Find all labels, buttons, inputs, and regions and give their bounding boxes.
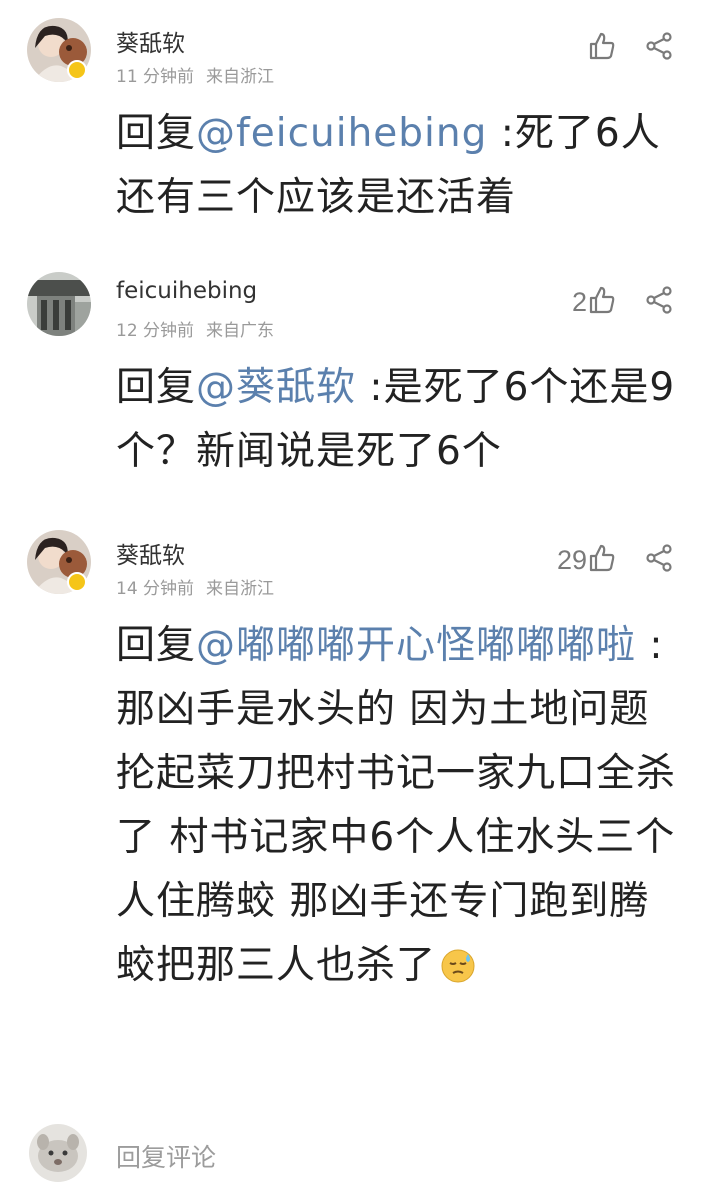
verified-badge-icon bbox=[67, 572, 87, 592]
thumbs-up-icon[interactable] bbox=[589, 32, 615, 64]
thumbs-up-icon[interactable] bbox=[589, 286, 615, 318]
comment-meta: 14 分钟前 来自浙江 bbox=[116, 574, 274, 599]
username[interactable]: 葵舐软 bbox=[116, 536, 185, 570]
share-icon[interactable] bbox=[645, 286, 673, 318]
timestamp: 11 分钟前 bbox=[116, 67, 195, 87]
comment-text: 回复@feicuihebing :死了6人 还有三个应该是还活着 bbox=[116, 102, 676, 230]
share-icon[interactable] bbox=[645, 32, 673, 64]
comment-item: feicuihebing 12 分钟前 来自广东 2 回复@葵舐软:是死了6个… bbox=[0, 272, 709, 492]
avatar[interactable] bbox=[27, 272, 91, 336]
comment-item: 葵舐软 14 分钟前 来自浙江 29 回复@嘟嘟嘟开心怪嘟嘟嘟啦:那凶手是水头… bbox=[0, 530, 709, 1090]
mention-link[interactable]: @嘟嘟嘟开心怪嘟嘟嘟啦 bbox=[196, 623, 636, 668]
share-icon[interactable] bbox=[645, 544, 673, 576]
comment-meta: 12 分钟前 来自广东 bbox=[116, 316, 274, 341]
reply-bar: 回复评论 bbox=[0, 1110, 709, 1200]
mention-link[interactable]: @葵舐软 bbox=[196, 365, 356, 410]
mention-link[interactable]: @feicuihebing bbox=[196, 111, 487, 156]
comment-text: 回复@嘟嘟嘟开心怪嘟嘟嘟啦 :那凶手是水头的 因为土地问题 抡起菜刀把村书记一家… bbox=[116, 614, 676, 1004]
location: 来自广东 bbox=[206, 321, 275, 341]
comment-body: :那凶手是水头的 因为土地问题 抡起菜刀把村书记一家九口全杀了 村书记家中6个人… bbox=[116, 623, 677, 988]
comment-actions: 2 bbox=[572, 282, 673, 322]
like-count: 2 bbox=[571, 286, 587, 317]
location: 来自浙江 bbox=[206, 579, 275, 599]
reply-input[interactable]: 回复评论 bbox=[116, 1138, 216, 1174]
comment-thread: 葵舐软 11 分钟前 来自浙江 回复@feicuihebing:死了6人 还有… bbox=[0, 0, 709, 1200]
reply-prefix: 回复 bbox=[116, 365, 197, 410]
avatar bbox=[29, 1124, 87, 1182]
reply-prefix: 回复 bbox=[116, 623, 197, 668]
reply-prefix: 回复 bbox=[116, 111, 197, 156]
comment-actions: 29 bbox=[557, 540, 673, 580]
thumbs-up-icon[interactable] bbox=[589, 544, 615, 576]
comment-meta: 11 分钟前 来自浙江 bbox=[116, 62, 274, 87]
comment-item: 葵舐软 11 分钟前 来自浙江 回复@feicuihebing:死了6人 还有… bbox=[0, 18, 709, 238]
username[interactable]: feicuihebing bbox=[116, 278, 257, 304]
comment-text: 回复@葵舐软 :是死了6个还是9个？新闻说是死了6个 bbox=[116, 356, 676, 484]
location: 来自浙江 bbox=[206, 67, 275, 87]
like-count: 29 bbox=[556, 544, 587, 575]
verified-badge-icon bbox=[67, 60, 87, 80]
timestamp: 14 分钟前 bbox=[116, 579, 195, 599]
timestamp: 12 分钟前 bbox=[116, 321, 195, 341]
comment-actions bbox=[587, 28, 673, 68]
sweat-emoji-icon bbox=[440, 940, 476, 1004]
username[interactable]: 葵舐软 bbox=[116, 24, 185, 58]
